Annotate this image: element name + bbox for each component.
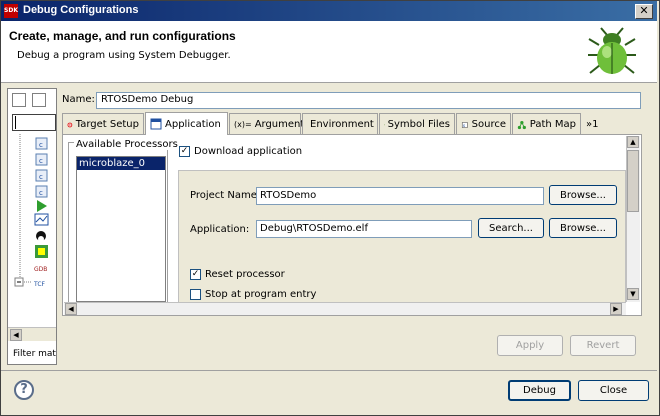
svg-text:c: c (39, 189, 43, 197)
tab-label: Environment (310, 119, 374, 130)
tree-filter-input[interactable] (12, 114, 56, 131)
stop-at-entry-label: Stop at program entry (205, 289, 317, 300)
list-item[interactable]: microblaze_0 (77, 157, 165, 170)
processors-list[interactable] (76, 156, 166, 302)
revert-button[interactable]: Revert (570, 335, 636, 356)
application-search-button[interactable]: Search... (478, 218, 544, 238)
tab-label: Path Map (529, 119, 576, 130)
config-tree[interactable]: cccc GDB TCF (14, 134, 58, 326)
svg-text:c: c (39, 173, 43, 181)
name-label: Name: (62, 94, 95, 105)
dialog-banner: Create, manage, and run configurations D… (1, 21, 657, 83)
reset-processor-checkbox[interactable]: ✓ (190, 269, 201, 280)
title-bar: SDK Debug Configurations ✕ (1, 1, 657, 21)
config-tabs: Target Setup Application (x)= Arguments … (62, 112, 642, 135)
apply-button[interactable]: Apply (497, 335, 563, 356)
application-browse-button[interactable]: Browse... (549, 218, 617, 238)
banner-subtitle: Debug a program using System Debugger. (17, 50, 231, 61)
path-map-icon (517, 120, 526, 129)
tab-overflow[interactable]: »1 (582, 113, 602, 135)
bug-icon (588, 27, 636, 74)
project-browse-button[interactable]: Browse... (549, 185, 617, 205)
project-name-input[interactable]: RTOSDemo (256, 187, 544, 205)
download-application-label: Download application (194, 146, 303, 157)
application-path-input[interactable]: Debug\RTOSDemo.elf (256, 220, 472, 238)
close-window-button[interactable]: ✕ (635, 4, 653, 19)
text-cursor (15, 116, 16, 129)
bottom-separator (1, 370, 657, 371)
svg-text:c: c (39, 141, 43, 149)
target-icon (67, 122, 73, 127)
panel-horizontal-scrollbar[interactable]: ◀ ▶ (64, 302, 626, 315)
tab-application[interactable]: Application (145, 112, 228, 135)
tab-path-map[interactable]: Path Map (512, 113, 581, 135)
reset-processor-label: Reset processor (205, 269, 285, 280)
window-title: Debug Configurations (23, 4, 139, 16)
tab-label: »1 (586, 118, 599, 130)
svg-text:GDB: GDB (34, 266, 47, 273)
tab-target-setup[interactable]: Target Setup (62, 113, 144, 135)
close-button[interactable]: Close (578, 380, 649, 401)
banner-title: Create, manage, and run configurations (9, 29, 236, 43)
application-label: Application: (190, 224, 250, 235)
debug-button[interactable]: Debug (508, 380, 571, 401)
svg-text:TCF: TCF (33, 281, 46, 288)
application-icon (150, 118, 162, 130)
duplicate-config-icon[interactable] (32, 93, 46, 107)
symbol-files-icon (384, 124, 385, 125)
tab-symbol-files[interactable]: Symbol Files (379, 113, 455, 135)
tab-label: Symbol Files (387, 119, 450, 130)
project-name-label: Project Name: (190, 190, 261, 201)
help-icon[interactable]: ? (14, 380, 34, 400)
tab-label: Application (165, 118, 221, 130)
tab-arguments[interactable]: (x)= Arguments (229, 113, 310, 135)
processors-legend: Available Processors (74, 139, 180, 150)
tree-horizontal-scrollbar[interactable]: ◀ (8, 327, 56, 341)
svg-text:c: c (39, 157, 43, 165)
download-application-checkbox[interactable]: ✓ (179, 146, 190, 157)
arguments-icon: (x)= (234, 120, 252, 129)
filter-status-text: Filter mat (13, 349, 56, 359)
source-icon: s (461, 121, 468, 128)
vertical-scroll-thumb[interactable] (627, 150, 639, 212)
config-name-input[interactable]: RTOSDemo Debug (96, 92, 641, 109)
tab-source[interactable]: s Source (456, 113, 511, 135)
sdk-app-icon: SDK (4, 4, 18, 18)
tab-label: Target Setup (75, 119, 139, 130)
tab-label: Source (471, 119, 506, 130)
stop-at-entry-checkbox[interactable] (190, 289, 201, 300)
new-config-icon[interactable] (12, 93, 26, 107)
tab-environment[interactable]: Environment (302, 113, 378, 135)
